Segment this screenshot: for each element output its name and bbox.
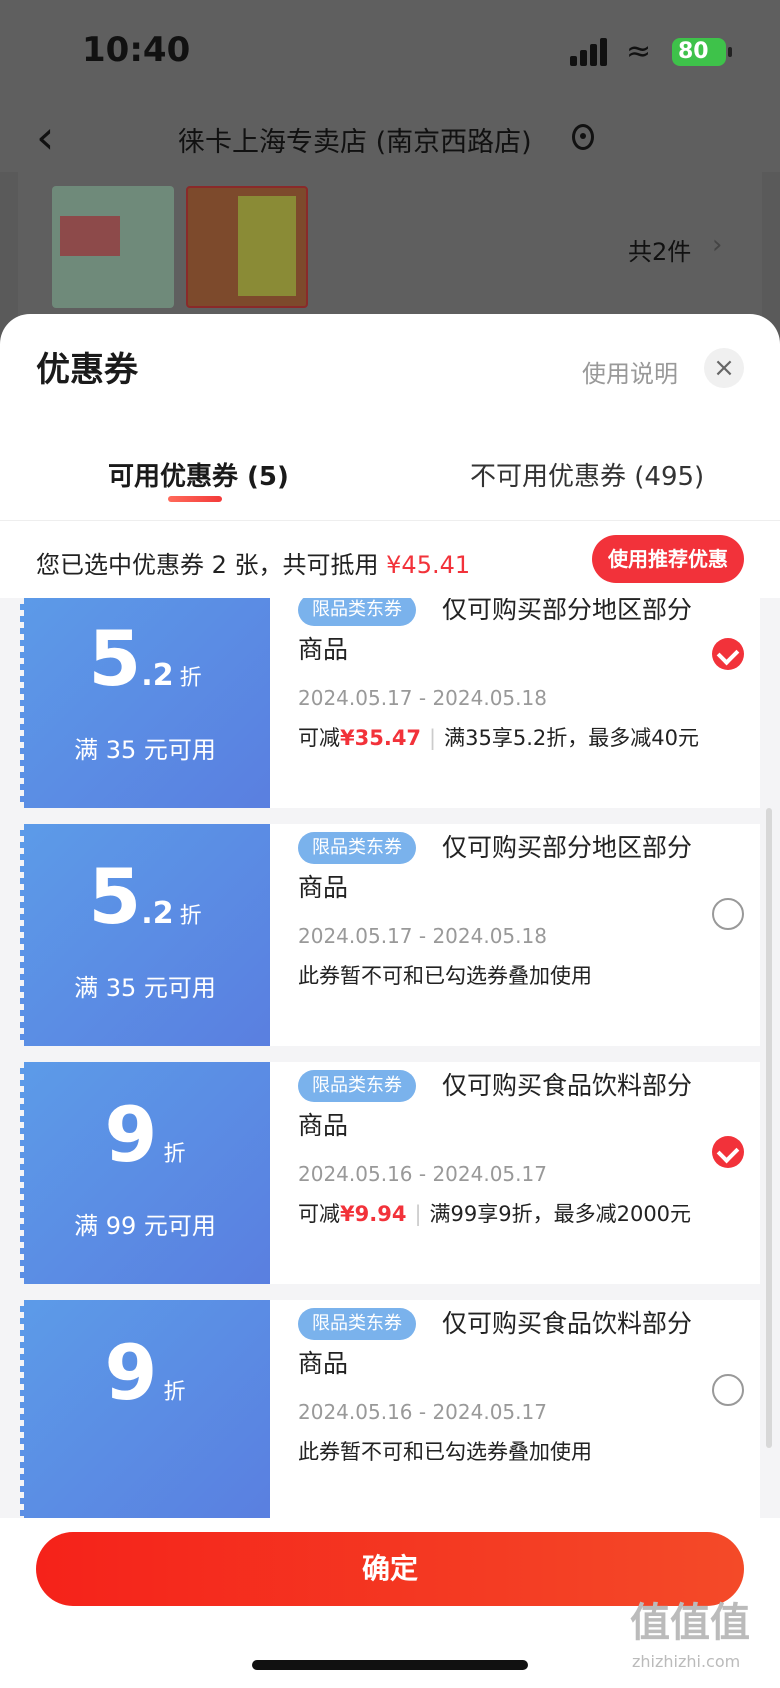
coupon-condition: 满 99 元可用 — [74, 1212, 216, 1240]
coupon-card[interactable]: 9折 满 99 元可用 仅可购买食品饮料部分商品 限品类东券 2024.05.1… — [16, 1062, 760, 1284]
coupon-value-panel: 9折 满 99 元可用 — [16, 1062, 270, 1284]
product-strip[interactable]: 共2件 › — [18, 172, 762, 322]
tab-unavailable-coupons[interactable]: 不可用优惠券 (495) — [470, 456, 704, 493]
use-recommended-button[interactable]: 使用推荐优惠 — [592, 535, 744, 583]
coupon-savings: 可减¥9.94 | 满99享9折，最多减2000元 — [298, 1202, 692, 1226]
coupon-card[interactable]: 5.2 折 满 35 元可用 仅可购买部分地区部分商品 限品类东券 2024.05… — [16, 598, 760, 808]
discount-value: 9折 — [104, 1328, 186, 1417]
summary-amount: ¥45.41 — [386, 551, 471, 579]
close-icon[interactable]: × — [704, 348, 744, 388]
coupon-value-panel: 5.2 折 满 35 元可用 — [16, 824, 270, 1046]
summary-prefix: 您已选中优惠券 2 张，共可抵用 — [36, 551, 387, 579]
status-bar: 10:40 ≈ 80 — [0, 0, 780, 100]
coupon-tag: 限品类东券 — [298, 1070, 416, 1102]
product-thumbnail[interactable] — [52, 186, 174, 308]
usage-instructions-link[interactable]: 使用说明 — [582, 354, 678, 389]
coupon-value-panel: 5.2 折 满 35 元可用 — [16, 598, 270, 808]
selection-summary: 您已选中优惠券 2 张，共可抵用 ¥45.41 使用推荐优惠 — [0, 520, 780, 598]
location-pin-icon[interactable] — [572, 124, 594, 150]
scrollbar[interactable] — [766, 808, 772, 1448]
summary-text: 您已选中优惠券 2 张，共可抵用 ¥45.41 — [36, 545, 470, 580]
coupon-note: 此券暂不可和已勾选券叠加使用 — [298, 964, 592, 988]
home-indicator — [252, 1660, 528, 1670]
coupon-condition: 满 35 元可用 — [74, 974, 216, 1002]
coupon-dates: 2024.05.17 - 2024.05.18 — [298, 924, 547, 948]
product-thumbnail[interactable] — [186, 186, 308, 308]
coupon-note: 此券暂不可和已勾选券叠加使用 — [298, 1440, 592, 1464]
sheet-title: 优惠券 — [36, 350, 138, 390]
unchecked-circle-icon[interactable] — [712, 898, 744, 930]
coupon-value-panel: 9折 — [16, 1300, 270, 1518]
coupon-dates: 2024.05.16 - 2024.05.17 — [298, 1400, 547, 1424]
coupon-dates: 2024.05.16 - 2024.05.17 — [298, 1162, 547, 1186]
coupon-dates: 2024.05.17 - 2024.05.18 — [298, 686, 547, 710]
coupon-list[interactable]: 5.2 折 满 35 元可用 仅可购买部分地区部分商品 限品类东券 2024.05… — [0, 598, 780, 1518]
watermark-url: zhizhizhi.com — [632, 1652, 741, 1671]
coupon-tag: 限品类东券 — [298, 1308, 416, 1340]
unchecked-circle-icon[interactable] — [712, 1374, 744, 1406]
signal-icon — [570, 38, 610, 66]
coupon-card[interactable]: 5.2 折 满 35 元可用 仅可购买部分地区部分商品 限品类东券 2024.05… — [16, 824, 760, 1046]
discount-value: 5.2 折 — [88, 852, 202, 941]
discount-value: 9折 — [104, 1090, 186, 1179]
watermark-logo: 值值值 — [630, 1600, 750, 1646]
status-time: 10:40 — [82, 30, 191, 70]
discount-value: 5.2 折 — [88, 614, 202, 703]
item-count[interactable]: 共2件 — [628, 232, 691, 267]
check-icon[interactable] — [712, 638, 744, 670]
battery-icon: 80 — [672, 38, 732, 66]
coupon-savings: 可减¥35.47 | 满35享5.2折，最多减40元 — [298, 726, 699, 750]
check-icon[interactable] — [712, 1136, 744, 1168]
chevron-right-icon[interactable]: › — [712, 230, 722, 260]
coupon-tag: 限品类东券 — [298, 832, 416, 864]
page-header: ‹ 徕卡上海专卖店 (南京西路店) — [0, 100, 780, 172]
active-tab-indicator — [168, 496, 222, 502]
store-title[interactable]: 徕卡上海专卖店 (南京西路店) — [178, 120, 532, 159]
coupon-condition: 满 35 元可用 — [74, 736, 216, 764]
wifi-icon: ≈ — [626, 34, 652, 69]
coupon-tag: 限品类东券 — [298, 598, 416, 626]
chevron-left-icon[interactable]: ‹ — [36, 110, 54, 164]
coupon-card[interactable]: 9折 仅可购买食品饮料部分商品 限品类东券 2024.05.16 - 2024.… — [16, 1300, 760, 1518]
tab-available-coupons[interactable]: 可用优惠券 (5) — [108, 456, 289, 493]
